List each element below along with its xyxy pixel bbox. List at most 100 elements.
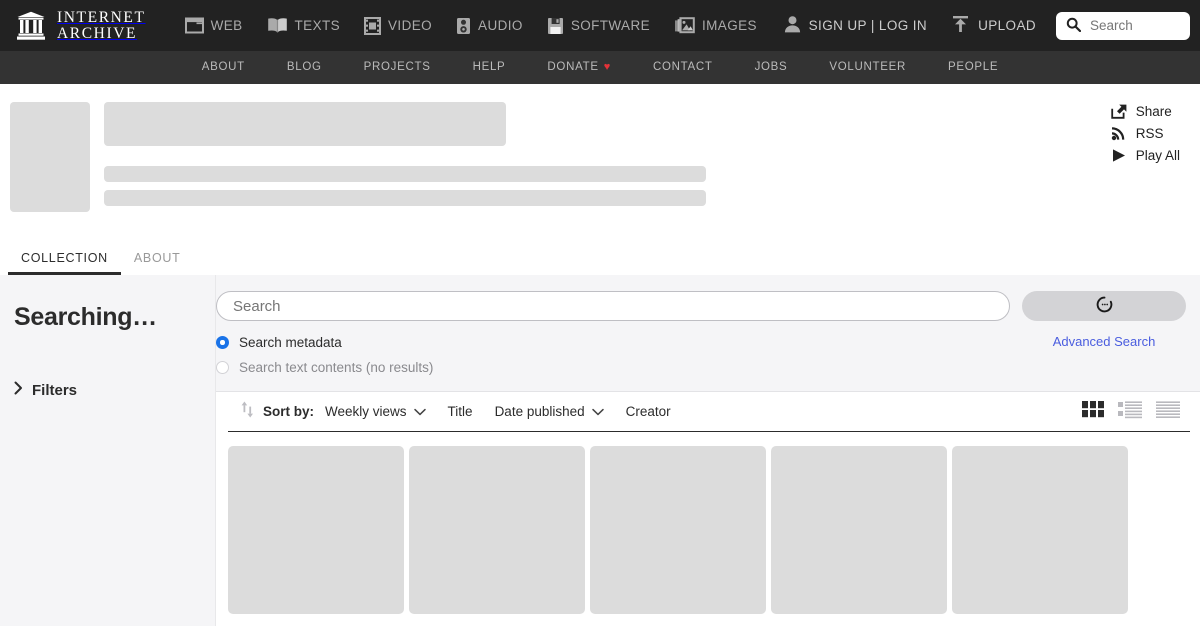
account-actions: SIGN UP | LOG IN UPLOAD Search [774, 0, 1190, 51]
search-left: Search Search metadata Search text conte… [216, 291, 1018, 375]
sort-option-creator[interactable]: Creator [615, 404, 682, 419]
subnav-donate[interactable]: DONATE ♥ [526, 51, 632, 84]
search-metadata-radio[interactable] [216, 336, 229, 349]
result-card-placeholder [952, 446, 1128, 614]
play-all-button[interactable]: Play All [1111, 145, 1180, 165]
logo-line-1: INTERNET [57, 11, 146, 25]
tab-collection[interactable]: COLLECTION [8, 252, 121, 276]
speaker-icon [456, 17, 471, 35]
facets-sidebar: Searching… Filters [0, 275, 216, 626]
sign-up-log-in-link[interactable]: SIGN UP | LOG IN [774, 0, 937, 51]
open-book-icon [267, 17, 288, 34]
sort-arrows-icon[interactable] [240, 400, 255, 424]
subnav-volunteer[interactable]: VOLUNTEER [808, 51, 927, 84]
nav-link-audio[interactable]: AUDIO [444, 0, 535, 51]
subnav-jobs[interactable]: JOBS [734, 51, 809, 84]
advanced-search-link[interactable]: Advanced Search [1053, 334, 1156, 349]
sort-option-date-published[interactable]: Date published [484, 404, 615, 419]
sort-label-weekly-views: Weekly views [325, 404, 407, 419]
nav-label-software: SOFTWARE [571, 18, 650, 33]
archive-building-icon [16, 11, 46, 41]
subnav-people[interactable]: PEOPLE [927, 51, 1019, 84]
share-label: Share [1136, 104, 1172, 119]
subnav-label-people: PEOPLE [948, 51, 998, 84]
result-card-placeholder [590, 446, 766, 614]
nav-link-texts[interactable]: TEXTS [255, 0, 353, 51]
subnav-label-blog: BLOG [287, 51, 322, 84]
list-compact-view-icon[interactable] [1156, 398, 1180, 425]
subnav-contact[interactable]: CONTACT [632, 51, 734, 84]
result-card-placeholder [771, 446, 947, 614]
chevron-down-icon [592, 404, 604, 419]
page-body: Searching… Filters Search Search metadat… [0, 275, 1200, 626]
collection-action-links: Share RSS Play All [1111, 101, 1180, 165]
nav-label-web: WEB [211, 18, 243, 33]
search-icon [1066, 17, 1081, 35]
collection-title-placeholders [104, 102, 1200, 242]
nav-label-video: VIDEO [388, 18, 432, 33]
subnav-projects[interactable]: PROJECTS [343, 51, 452, 84]
filters-label: Filters [32, 382, 77, 399]
sort-options: Sort by: Weekly views Title Date publish… [240, 400, 682, 424]
filters-toggle[interactable]: Filters [14, 381, 215, 399]
collection-title-placeholder [104, 102, 506, 146]
subnav-blog[interactable]: BLOG [266, 51, 343, 84]
chevron-right-icon [14, 381, 23, 399]
search-right: Advanced Search [1018, 291, 1200, 375]
sort-option-weekly-views[interactable]: Weekly views [314, 404, 437, 419]
logo-line-2: ARCHIVE [57, 27, 146, 41]
results-column: Search Search metadata Search text conte… [216, 275, 1200, 626]
tile-view-icon[interactable] [1082, 398, 1104, 425]
floppy-disk-icon [547, 17, 564, 35]
nav-link-software[interactable]: SOFTWARE [535, 0, 662, 51]
sort-by-label: Sort by: [263, 404, 314, 419]
subnav-label-help: HELP [473, 51, 506, 84]
sort-option-title[interactable]: Title [437, 404, 484, 419]
subnav-label-about: ABOUT [202, 51, 245, 84]
film-strip-icon [364, 17, 381, 35]
global-search-box[interactable]: Search [1056, 12, 1190, 40]
search-input[interactable]: Search [216, 291, 1010, 321]
upload-arrow-icon [951, 15, 970, 36]
subnav-label-projects: PROJECTS [364, 51, 431, 84]
heart-icon: ♥ [604, 51, 611, 84]
subnav-label-jobs: JOBS [755, 51, 788, 84]
play-all-label: Play All [1136, 148, 1180, 163]
radio-row-search-text-contents[interactable]: Search text contents (no results) [216, 360, 1018, 375]
upload-link[interactable]: UPLOAD [941, 0, 1046, 51]
logo-wordmark: INTERNET ARCHIVE [57, 11, 146, 41]
rss-label: RSS [1136, 126, 1164, 141]
tab-about[interactable]: ABOUT [121, 252, 194, 276]
nav-link-images[interactable]: IMAGES [662, 0, 769, 51]
result-card-placeholder [228, 446, 404, 614]
internet-archive-logo-link[interactable]: INTERNET ARCHIVE [10, 11, 152, 41]
result-card-placeholder [409, 446, 585, 614]
nav-link-web[interactable]: WEB [173, 0, 255, 51]
chevron-down-icon [414, 404, 426, 419]
subnav-label-contact: CONTACT [653, 51, 713, 84]
subnav-help[interactable]: HELP [452, 51, 527, 84]
loading-spinner-icon [1096, 296, 1113, 316]
user-icon [784, 15, 801, 36]
nav-label-texts: TEXTS [295, 18, 341, 33]
nav-link-video[interactable]: VIDEO [352, 0, 444, 51]
subnav-label-donate: DONATE [547, 51, 598, 84]
search-submit-button[interactable] [1022, 291, 1186, 321]
search-status-heading: Searching… [14, 303, 215, 332]
global-search-placeholder: Search [1090, 18, 1133, 33]
rss-button[interactable]: RSS [1111, 123, 1164, 143]
results-panel: Sort by: Weekly views Title Date publish… [216, 391, 1200, 626]
radio-row-search-metadata[interactable]: Search metadata [216, 335, 1018, 350]
share-button[interactable]: Share [1111, 101, 1172, 121]
collection-tabs: COLLECTION ABOUT [0, 242, 1200, 275]
subnav-about[interactable]: ABOUT [181, 51, 266, 84]
sort-label-creator: Creator [626, 404, 671, 419]
collection-description-placeholder-1 [104, 166, 706, 182]
secondary-navigation-bar: ABOUT BLOG PROJECTS HELP DONATE ♥ CONTAC… [0, 51, 1200, 84]
search-text-contents-radio[interactable] [216, 361, 229, 374]
play-triangle-icon [1111, 148, 1127, 163]
list-detail-view-icon[interactable] [1118, 398, 1142, 425]
nav-label-images: IMAGES [702, 18, 757, 33]
sort-label-date-published: Date published [495, 404, 585, 419]
sort-bar: Sort by: Weekly views Title Date publish… [228, 392, 1190, 432]
